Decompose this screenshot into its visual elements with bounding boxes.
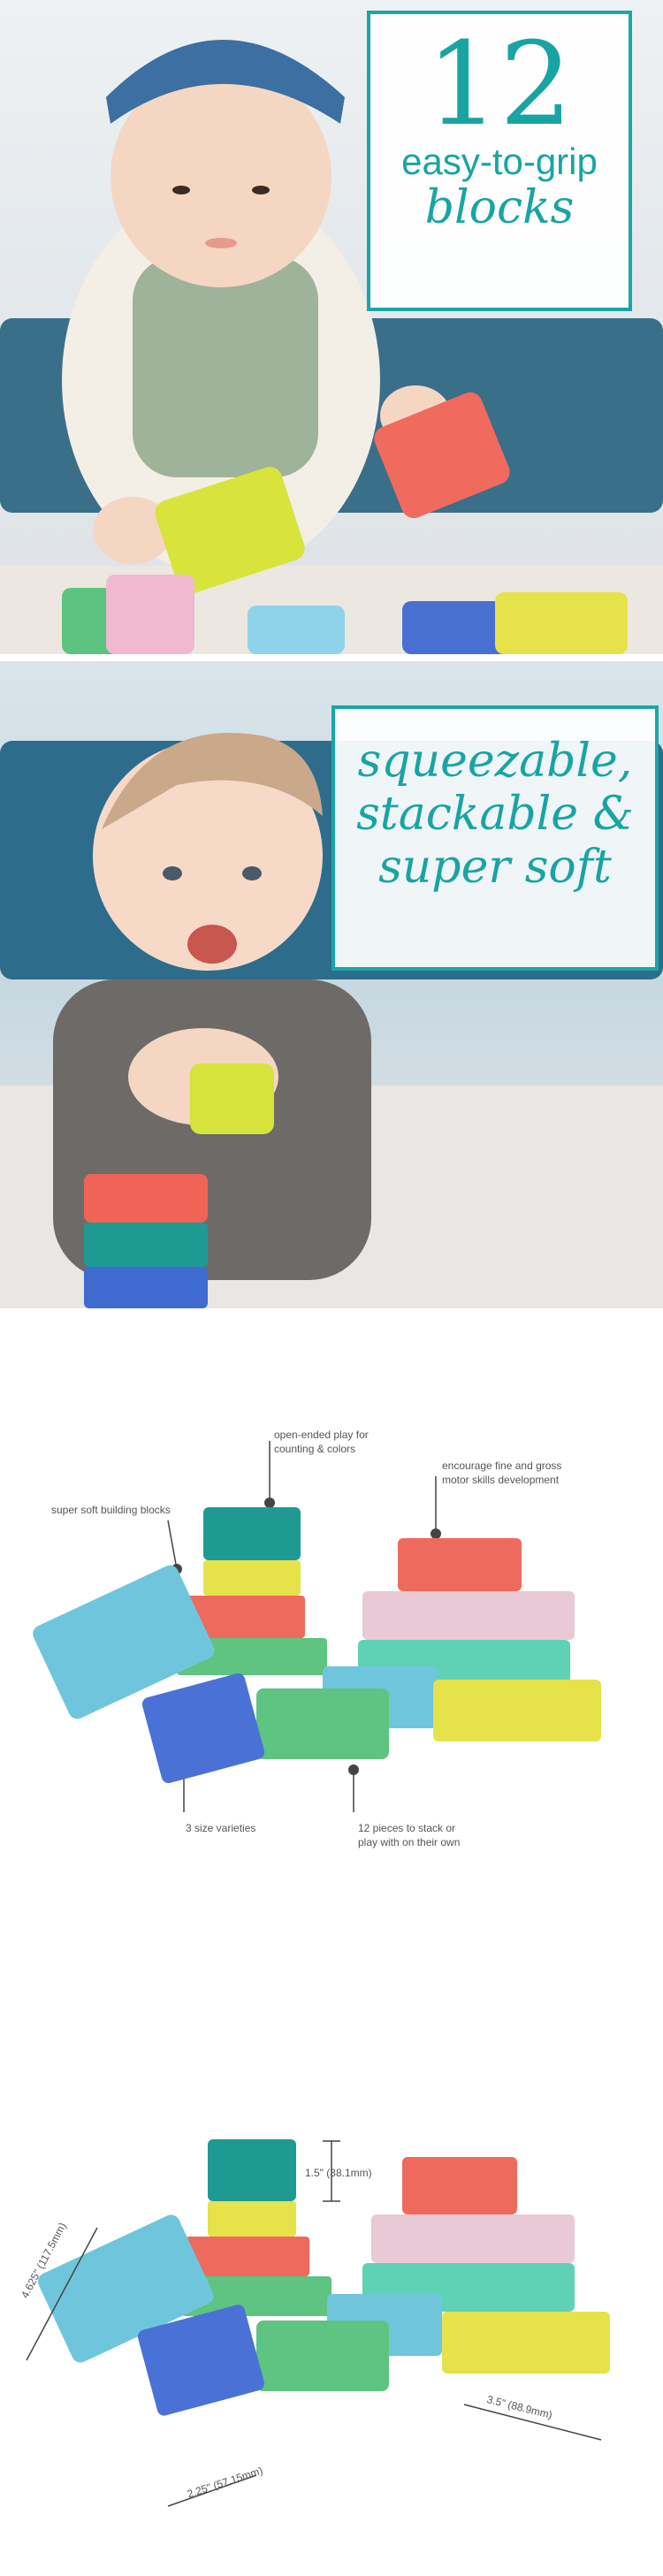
label-pieces: 12 pieces to stack or play with on their… bbox=[358, 1822, 461, 1849]
label-open-ended: open-ended play for counting & colors bbox=[274, 1429, 369, 1456]
label-super-soft: super soft building blocks bbox=[51, 1504, 171, 1516]
label-sizes: 3 size varieties bbox=[186, 1822, 256, 1834]
yellow-block bbox=[203, 1560, 301, 1596]
callout-number: 12 bbox=[426, 17, 573, 151]
red-block-1 bbox=[374, 392, 510, 519]
callout-12-blocks: 12 easy-to-grip blocks bbox=[367, 11, 632, 311]
pink-block-1 bbox=[106, 575, 194, 654]
callout-line-1: easy-to-grip bbox=[401, 141, 598, 182]
label-height: 1.5" (38.1mm) bbox=[305, 2167, 372, 2179]
green-block bbox=[256, 1688, 389, 1759]
royal-blue-block bbox=[141, 1673, 265, 1784]
product-photo-1: 12 easy-to-grip blocks bbox=[0, 0, 663, 654]
dimensions-diagram: 1.5" (38.1mm) 4.625" (117.5mm) 2.25" (57… bbox=[0, 2104, 663, 2519]
yellow-block-held bbox=[190, 1063, 274, 1134]
lightblue-block-1 bbox=[248, 606, 345, 654]
pink-block bbox=[362, 1591, 575, 1640]
stack-teal bbox=[84, 1223, 208, 1267]
product-photo-2: squeezable, stackable & super soft bbox=[0, 661, 663, 1308]
label-motor: encourage fine and gross motor skills de… bbox=[442, 1459, 562, 1487]
yellow-block-2 bbox=[495, 592, 628, 654]
callout-squeezable: squeezable, stackable & super soft bbox=[332, 705, 659, 971]
callout-line-3: super soft bbox=[378, 840, 612, 894]
features-diagram: open-ended play for counting & colors en… bbox=[0, 1361, 663, 1892]
callout-line-1: squeezable, bbox=[357, 735, 633, 788]
yellow-block-2 bbox=[433, 1680, 601, 1741]
stack-red bbox=[84, 1174, 208, 1223]
callout-line-2: blocks bbox=[424, 181, 575, 235]
callout-line-2: stackable & bbox=[356, 787, 634, 841]
teal-block bbox=[203, 1507, 301, 1560]
stack-blue bbox=[84, 1267, 208, 1308]
red-block-2 bbox=[398, 1538, 522, 1591]
